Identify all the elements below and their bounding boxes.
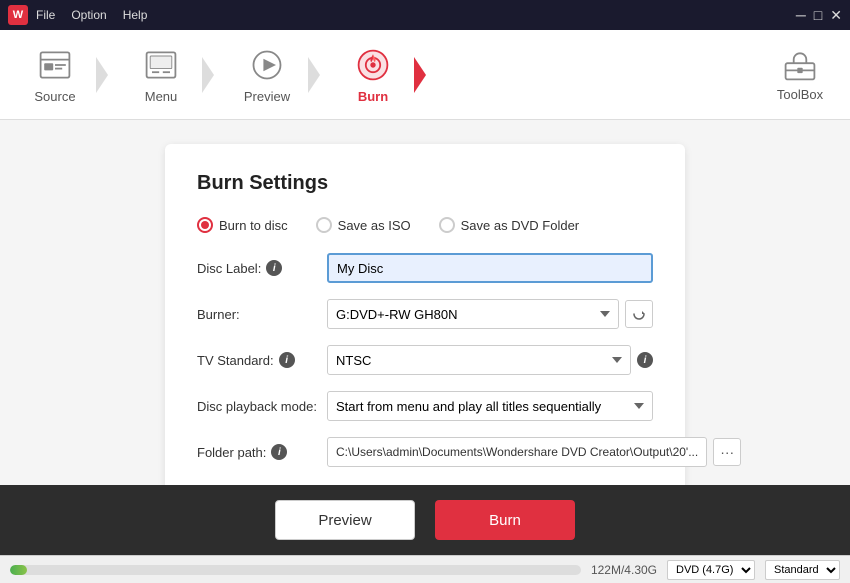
tv-standard-row: TV Standard: i NTSC PAL i xyxy=(197,345,653,375)
toolbar-item-menu[interactable]: Menu xyxy=(116,30,206,119)
disc-playback-label: Disc playback mode: xyxy=(197,399,327,414)
tv-standard-label: TV Standard: i xyxy=(197,352,327,368)
folder-path-wrap: C:\Users\admin\Documents\Wondershare DVD… xyxy=(327,437,741,467)
burn-arrow xyxy=(414,57,426,93)
radio-save-as-dvd-label: Save as DVD Folder xyxy=(461,218,580,233)
burn-icon xyxy=(353,45,393,85)
tv-standard-select-wrap: NTSC PAL i xyxy=(327,345,653,375)
burn-label: Burn xyxy=(358,89,388,104)
folder-path-label-text: Folder path: xyxy=(197,445,266,460)
burner-row: Burner: G:DVD+-RW GH80N xyxy=(197,299,653,329)
folder-path-control: C:\Users\admin\Documents\Wondershare DVD… xyxy=(327,437,741,467)
app-logo: W xyxy=(8,5,28,25)
radio-group: Burn to disc Save as ISO Save as DVD Fol… xyxy=(197,217,653,233)
tv-standard-select[interactable]: NTSC PAL xyxy=(327,345,631,375)
tv-standard-label-text: TV Standard: xyxy=(197,353,274,368)
main-content: Burn Settings Burn to disc Save as ISO S… xyxy=(0,120,850,485)
action-bar: Preview Burn xyxy=(0,485,850,555)
toolbar-toolbox[interactable]: ToolBox xyxy=(760,30,840,119)
folder-path-text: C:\Users\admin\Documents\Wondershare DVD… xyxy=(327,437,707,467)
disc-type-select[interactable]: DVD (4.7G) DVD (8.5G) xyxy=(667,560,755,580)
preview-icon xyxy=(247,45,287,85)
burn-settings-card: Burn Settings Burn to disc Save as ISO S… xyxy=(165,144,685,485)
burn-button[interactable]: Burn xyxy=(435,500,575,540)
burner-refresh-button[interactable] xyxy=(625,300,653,328)
tv-standard-control: NTSC PAL i xyxy=(327,345,653,375)
toolbar-item-burn[interactable]: Burn xyxy=(328,30,418,119)
preview-button[interactable]: Preview xyxy=(275,500,415,540)
folder-path-info-icon[interactable]: i xyxy=(271,444,287,460)
progress-bar xyxy=(10,565,581,575)
folder-path-value: C:\Users\admin\Documents\Wondershare DVD… xyxy=(336,445,698,459)
radio-burn-to-disc[interactable]: Burn to disc xyxy=(197,217,288,233)
progress-bar-fill xyxy=(10,565,27,575)
disc-label-info-icon[interactable]: i xyxy=(266,260,282,276)
menu-icon xyxy=(141,45,181,85)
preview-label: Preview xyxy=(244,89,290,104)
title-bar-menu: File Option Help xyxy=(36,8,147,22)
disc-label-input[interactable] xyxy=(327,253,653,283)
disc-playback-row: Disc playback mode: Start from menu and … xyxy=(197,391,653,421)
minimize-button[interactable]: ─ xyxy=(796,7,806,24)
card-title: Burn Settings xyxy=(197,172,653,195)
menu-arrow xyxy=(202,57,214,93)
radio-save-as-dvd-circle xyxy=(439,217,455,233)
source-icon xyxy=(35,45,75,85)
source-arrow xyxy=(96,57,108,93)
status-bar: 122M/4.30G DVD (4.7G) DVD (8.5G) Standar… xyxy=(0,555,850,583)
folder-path-row: Folder path: i C:\Users\admin\Documents\… xyxy=(197,437,653,467)
source-label: Source xyxy=(34,89,75,104)
tv-standard-right-info-icon[interactable]: i xyxy=(637,352,653,368)
storage-info: 122M/4.30G xyxy=(591,563,657,577)
preview-arrow xyxy=(308,57,320,93)
menu-help[interactable]: Help xyxy=(123,8,148,22)
disc-playback-select[interactable]: Start from menu and play all titles sequ… xyxy=(327,391,653,421)
radio-burn-to-disc-circle xyxy=(197,217,213,233)
close-button[interactable]: ✕ xyxy=(830,7,842,24)
menu-option[interactable]: Option xyxy=(71,8,106,22)
radio-save-as-iso-label: Save as ISO xyxy=(338,218,411,233)
disc-label-row: Disc Label: i xyxy=(197,253,653,283)
toolbar: Source Menu Preview xyxy=(0,30,850,120)
burner-select-wrap: G:DVD+-RW GH80N xyxy=(327,299,653,329)
disc-playback-control: Start from menu and play all titles sequ… xyxy=(327,391,653,421)
menu-file[interactable]: File xyxy=(36,8,55,22)
window-controls: ─ □ ✕ xyxy=(796,7,842,24)
disc-label-label: Disc Label: i xyxy=(197,260,327,276)
maximize-button[interactable]: □ xyxy=(814,7,822,24)
quality-select[interactable]: Standard High Low xyxy=(765,560,840,580)
burner-control: G:DVD+-RW GH80N xyxy=(327,299,653,329)
toolbar-item-source[interactable]: Source xyxy=(10,30,100,119)
folder-path-label: Folder path: i xyxy=(197,444,327,460)
burner-select[interactable]: G:DVD+-RW GH80N xyxy=(327,299,619,329)
radio-save-as-iso-circle xyxy=(316,217,332,233)
burner-label: Burner: xyxy=(197,307,327,322)
radio-save-as-iso[interactable]: Save as ISO xyxy=(316,217,411,233)
radio-save-as-dvd-folder[interactable]: Save as DVD Folder xyxy=(439,217,580,233)
toolbox-label: ToolBox xyxy=(777,87,823,102)
radio-burn-to-disc-label: Burn to disc xyxy=(219,218,288,233)
disc-label-control xyxy=(327,253,653,283)
folder-path-browse-button[interactable]: ··· xyxy=(713,438,741,466)
title-bar: W File Option Help ─ □ ✕ xyxy=(0,0,850,30)
burner-label-text: Burner: xyxy=(197,307,240,322)
menu-label: Menu xyxy=(145,89,178,104)
toolbox-icon xyxy=(782,47,818,83)
toolbar-spacer xyxy=(418,30,760,119)
tv-standard-info-icon[interactable]: i xyxy=(279,352,295,368)
disc-label-text: Disc Label: xyxy=(197,261,261,276)
toolbar-item-preview[interactable]: Preview xyxy=(222,30,312,119)
disc-playback-label-text: Disc playback mode: xyxy=(197,399,317,414)
